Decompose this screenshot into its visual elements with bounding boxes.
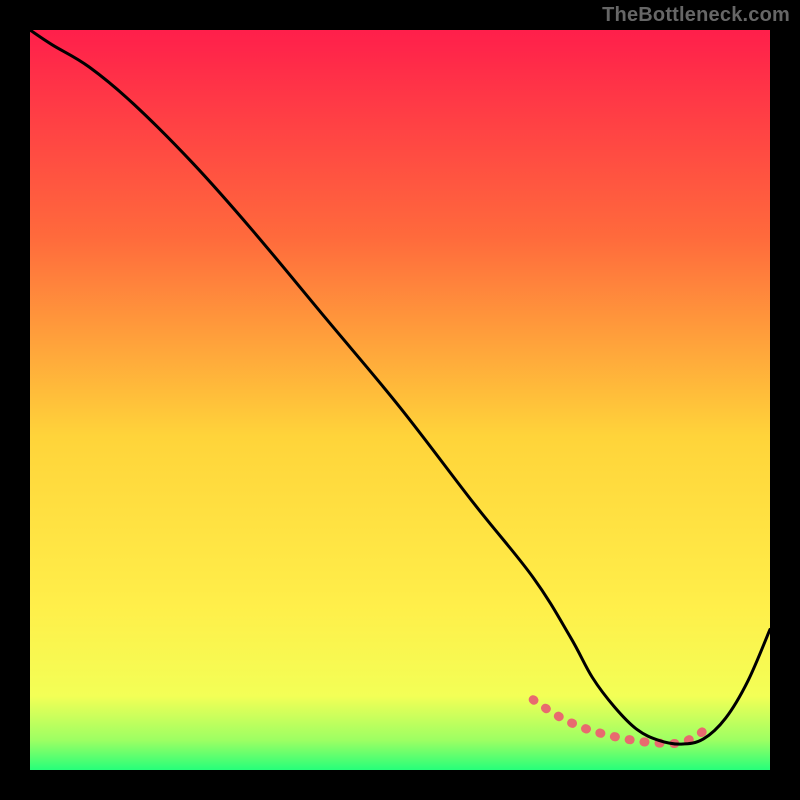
chart-canvas-wrapper: TheBottleneck.com <box>0 0 800 800</box>
chart-svg <box>0 0 800 800</box>
watermark-text: TheBottleneck.com <box>602 4 790 27</box>
gradient-background <box>30 30 770 770</box>
